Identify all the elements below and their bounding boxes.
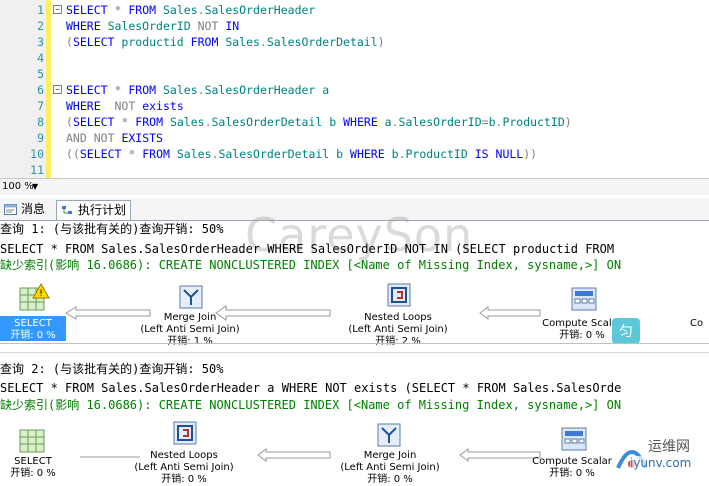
messages-icon [4, 204, 17, 215]
query2-missing-index[interactable]: 缺少索引(影响 16.0686): CREATE NONCLUSTERED IN… [0, 398, 621, 413]
truncated-node-label: Co [690, 318, 704, 329]
code-text: AND NOT EXISTS [66, 131, 163, 145]
query1-sql: SELECT * FROM Sales.SalesOrderHeader WHE… [0, 242, 615, 256]
select-node-label[interactable]: SELECT 开销: 0 % [0, 318, 66, 342]
sql-editor[interactable]: 1− SELECT * FROM Sales.SalesOrderHeader 2 W… [0, 0, 709, 178]
fold-toggle-icon[interactable]: − [53, 5, 62, 14]
code-text: (SELECT productid FROM Sales.SalesOrderD… [66, 35, 385, 49]
change-tracking-bar [46, 0, 51, 178]
nested-loops-node[interactable]: Nested Loops (Left Anti Semi Join) 开销: 0… [114, 450, 254, 486]
nested-loops-icon [387, 283, 411, 307]
compute-scalar-node[interactable]: Compute Scalar 开销: 0 % [522, 456, 622, 480]
code-text: ((SELECT * FROM Sales.SalesOrderDetail b… [66, 147, 538, 161]
tab-label: 执行计划 [78, 203, 127, 217]
line-number: 10 [30, 147, 44, 161]
tab-messages[interactable]: 消息 [0, 200, 49, 219]
line-number: 7 [37, 99, 44, 113]
merge-join-icon [179, 285, 203, 309]
line-number: 3 [37, 35, 44, 49]
merge-join-icon [377, 423, 401, 447]
compute-scalar-icon [561, 427, 587, 451]
line-number: 9 [37, 131, 44, 145]
execution-plan-icon [62, 206, 72, 214]
logo-text: 运维网 [648, 439, 690, 455]
line-number: 8 [37, 115, 44, 129]
select-icon [19, 429, 45, 453]
query2-sql: SELECT * FROM Sales.SalesOrderHeader a W… [0, 381, 622, 395]
select-node[interactable]: SELECT 开销: 0 % [0, 456, 66, 480]
plan-separator [0, 343, 709, 344]
zoom-level[interactable]: 100 % [2, 179, 34, 194]
code-text: WHERE NOT exists [66, 99, 184, 113]
chevron-down-icon[interactable]: ▼ [32, 179, 38, 194]
query2-header: 查询 2: (与该批有关的)查询开销: 50% [0, 362, 224, 376]
tab-execution-plan[interactable]: 执行计划 [56, 200, 132, 220]
horizontal-scrollbar[interactable] [0, 352, 709, 353]
query1-header: 查询 1: (与该批有关的)查询开销: 50% [0, 222, 224, 236]
line-number: 4 [37, 51, 44, 65]
select-warning-icon: ! [19, 282, 50, 311]
site-logo: 运维网 iyunv.com [612, 430, 708, 476]
merge-join-node[interactable]: Merge Join (Left Anti Semi Join) 开销: 0 % [320, 450, 460, 486]
query1-missing-index[interactable]: 缺少索引(影响 16.0686): CREATE NONCLUSTERED IN… [0, 258, 621, 273]
line-number: 5 [37, 67, 44, 81]
code-text: (SELECT * FROM Sales.SalesOrderDetail b … [66, 115, 572, 129]
code-text: SELECT * FROM Sales.SalesOrderHeader a [66, 83, 330, 97]
code-text: WHERE SalesOrderID NOT IN [66, 19, 240, 33]
nested-loops-icon [173, 421, 197, 445]
fold-toggle-icon[interactable]: − [53, 85, 62, 94]
code-text: SELECT * FROM Sales.SalesOrderHeader [66, 3, 316, 17]
line-number: 1 [37, 3, 44, 17]
line-number: 6 [37, 83, 44, 97]
tab-label: 消息 [21, 202, 46, 216]
site-badge-icon: 匀 [612, 318, 640, 344]
svg-text:匀: 匀 [619, 324, 633, 340]
compute-scalar-icon [571, 287, 597, 311]
zoom-bar: 100 % ▼ [0, 178, 709, 195]
svg-text:!: ! [39, 289, 43, 299]
line-number: 11 [30, 163, 44, 177]
logo-url: iyunv.com [630, 456, 692, 470]
line-number: 2 [37, 19, 44, 33]
